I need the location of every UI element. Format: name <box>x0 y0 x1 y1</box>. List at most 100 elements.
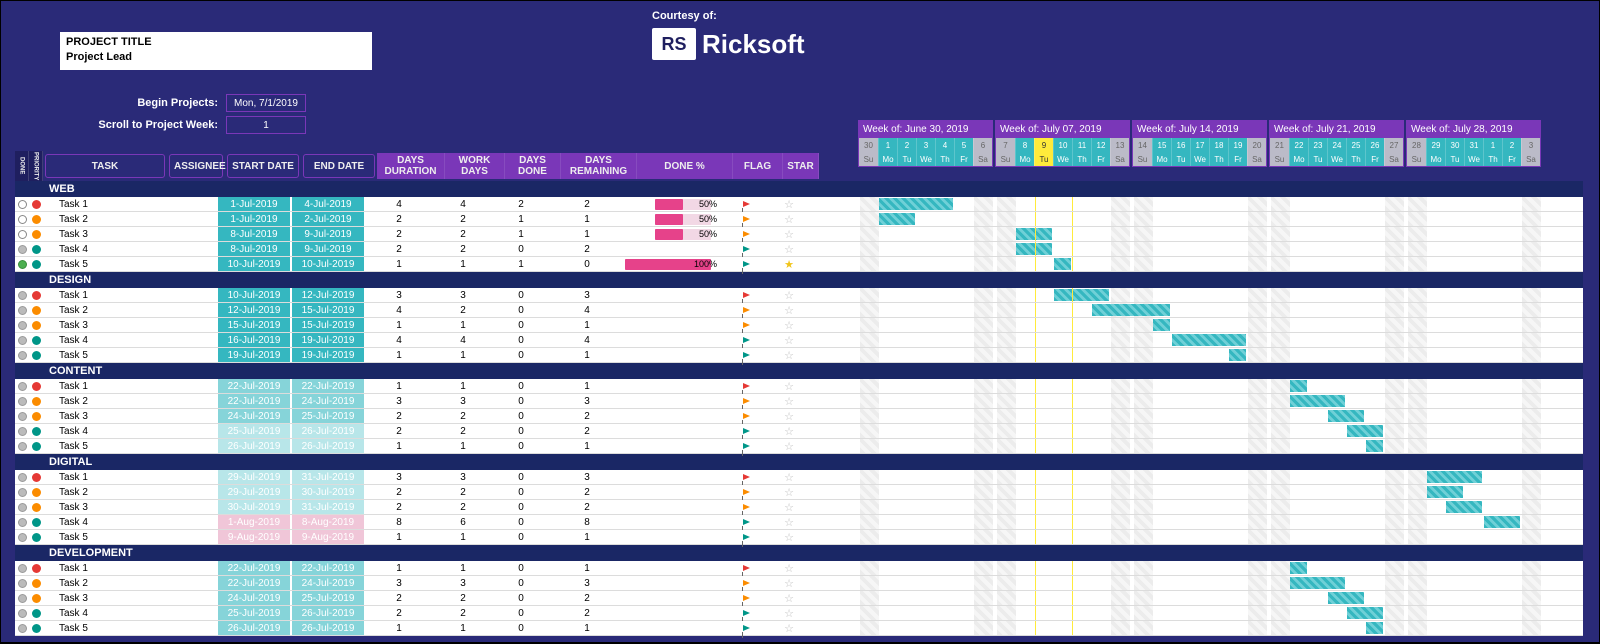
col-star[interactable]: STAR <box>783 153 819 179</box>
priority-marker[interactable] <box>29 439 43 453</box>
end-date[interactable]: 25-Jul-2019 <box>292 409 364 423</box>
start-date[interactable]: 22-Jul-2019 <box>218 576 290 590</box>
assignee[interactable] <box>163 288 217 302</box>
end-date[interactable]: 26-Jul-2019 <box>292 621 364 635</box>
assignee[interactable] <box>163 500 217 514</box>
done-pct[interactable] <box>625 318 721 332</box>
done-marker[interactable] <box>15 561 29 575</box>
priority-marker[interactable] <box>29 242 43 256</box>
priority-marker[interactable] <box>29 333 43 347</box>
flag-icon[interactable] <box>721 606 771 620</box>
done-marker[interactable] <box>15 348 29 362</box>
end-date[interactable]: 24-Jul-2019 <box>292 394 364 408</box>
assignee[interactable] <box>163 439 217 453</box>
start-date[interactable]: 25-Jul-2019 <box>218 424 290 438</box>
assignee[interactable] <box>163 379 217 393</box>
task-row[interactable]: Task 222-Jul-201924-Jul-20193303☆ <box>15 576 1583 591</box>
col-start[interactable]: START DATE <box>227 154 299 178</box>
gantt-bar[interactable] <box>1328 592 1364 604</box>
done-pct[interactable] <box>625 333 721 347</box>
project-title-box[interactable]: PROJECT TITLE Project Lead <box>60 32 372 70</box>
task-row[interactable]: Task 416-Jul-201919-Jul-20194404☆ <box>15 333 1583 348</box>
flag-icon[interactable] <box>721 621 771 635</box>
flag-icon[interactable] <box>721 500 771 514</box>
done-marker[interactable] <box>15 500 29 514</box>
col-done-pct[interactable]: DONE % <box>637 153 733 179</box>
done-pct[interactable] <box>625 561 721 575</box>
assignee[interactable] <box>163 470 217 484</box>
star-icon[interactable]: ☆ <box>771 591 807 605</box>
done-pct[interactable] <box>625 303 721 317</box>
flag-icon[interactable] <box>721 515 771 529</box>
assignee[interactable] <box>163 212 217 226</box>
assignee[interactable] <box>163 303 217 317</box>
task-row[interactable]: Task 324-Jul-201925-Jul-20192202☆ <box>15 409 1583 424</box>
done-pct[interactable] <box>625 470 721 484</box>
flag-icon[interactable] <box>721 197 771 211</box>
flag-icon[interactable] <box>721 439 771 453</box>
priority-marker[interactable] <box>29 576 43 590</box>
assignee[interactable] <box>163 515 217 529</box>
end-date[interactable]: 26-Jul-2019 <box>292 606 364 620</box>
start-date[interactable]: 30-Jul-2019 <box>218 500 290 514</box>
done-marker[interactable] <box>15 591 29 605</box>
priority-marker[interactable] <box>29 394 43 408</box>
col-flag[interactable]: FLAG <box>733 153 783 179</box>
group-header[interactable]: DEVELOPMENT <box>15 545 1583 561</box>
assignee[interactable] <box>163 333 217 347</box>
star-icon[interactable]: ☆ <box>771 606 807 620</box>
done-marker[interactable] <box>15 576 29 590</box>
gantt-bar[interactable] <box>1172 334 1246 346</box>
done-marker[interactable] <box>15 303 29 317</box>
flag-icon[interactable] <box>721 242 771 256</box>
star-icon[interactable]: ☆ <box>771 439 807 453</box>
start-date[interactable]: 16-Jul-2019 <box>218 333 290 347</box>
end-date[interactable]: 9-Aug-2019 <box>292 530 364 544</box>
done-marker[interactable] <box>15 288 29 302</box>
flag-icon[interactable] <box>721 530 771 544</box>
col-assignee[interactable]: ASSIGNEE <box>169 154 223 178</box>
done-pct[interactable] <box>625 515 721 529</box>
gantt-bar[interactable] <box>1366 440 1383 452</box>
done-marker[interactable] <box>15 394 29 408</box>
col-days-remaining[interactable]: DAYS REMAINING <box>561 153 637 179</box>
task-row[interactable]: Task 212-Jul-201915-Jul-20194204☆ <box>15 303 1583 318</box>
end-date[interactable]: 19-Jul-2019 <box>292 333 364 347</box>
task-row[interactable]: Task 11-Jul-20194-Jul-2019442250%☆ <box>15 197 1583 212</box>
group-header[interactable]: CONTENT <box>15 363 1583 379</box>
assignee[interactable] <box>163 424 217 438</box>
end-date[interactable]: 9-Jul-2019 <box>292 242 364 256</box>
done-marker[interactable] <box>15 515 29 529</box>
done-marker[interactable] <box>15 227 29 241</box>
priority-marker[interactable] <box>29 303 43 317</box>
star-icon[interactable]: ☆ <box>771 530 807 544</box>
task-row[interactable]: Task 110-Jul-201912-Jul-20193303☆ <box>15 288 1583 303</box>
priority-marker[interactable] <box>29 424 43 438</box>
priority-marker[interactable] <box>29 485 43 499</box>
priority-marker[interactable] <box>29 379 43 393</box>
done-pct[interactable] <box>625 591 721 605</box>
star-icon[interactable]: ☆ <box>771 212 807 226</box>
task-row[interactable]: Task 59-Aug-20199-Aug-20191101☆ <box>15 530 1583 545</box>
assignee[interactable] <box>163 485 217 499</box>
priority-marker[interactable] <box>29 348 43 362</box>
task-row[interactable]: Task 122-Jul-201922-Jul-20191101☆ <box>15 379 1583 394</box>
task-row[interactable]: Task 38-Jul-20199-Jul-2019221150%☆ <box>15 227 1583 242</box>
priority-marker[interactable] <box>29 515 43 529</box>
flag-icon[interactable] <box>721 485 771 499</box>
task-row[interactable]: Task 526-Jul-201926-Jul-20191101☆ <box>15 439 1583 454</box>
task-row[interactable]: Task 122-Jul-201922-Jul-20191101☆ <box>15 561 1583 576</box>
done-marker[interactable] <box>15 424 29 438</box>
scroll-week-field[interactable]: 1 <box>226 116 306 134</box>
priority-marker[interactable] <box>29 561 43 575</box>
done-pct[interactable] <box>625 288 721 302</box>
star-icon[interactable]: ☆ <box>771 576 807 590</box>
end-date[interactable]: 26-Jul-2019 <box>292 424 364 438</box>
flag-icon[interactable] <box>721 394 771 408</box>
priority-marker[interactable] <box>29 212 43 226</box>
done-marker[interactable] <box>15 333 29 347</box>
start-date[interactable]: 29-Jul-2019 <box>218 485 290 499</box>
gantt-bar[interactable] <box>1290 577 1345 589</box>
done-pct[interactable] <box>625 379 721 393</box>
gantt-bar[interactable] <box>1290 395 1345 407</box>
